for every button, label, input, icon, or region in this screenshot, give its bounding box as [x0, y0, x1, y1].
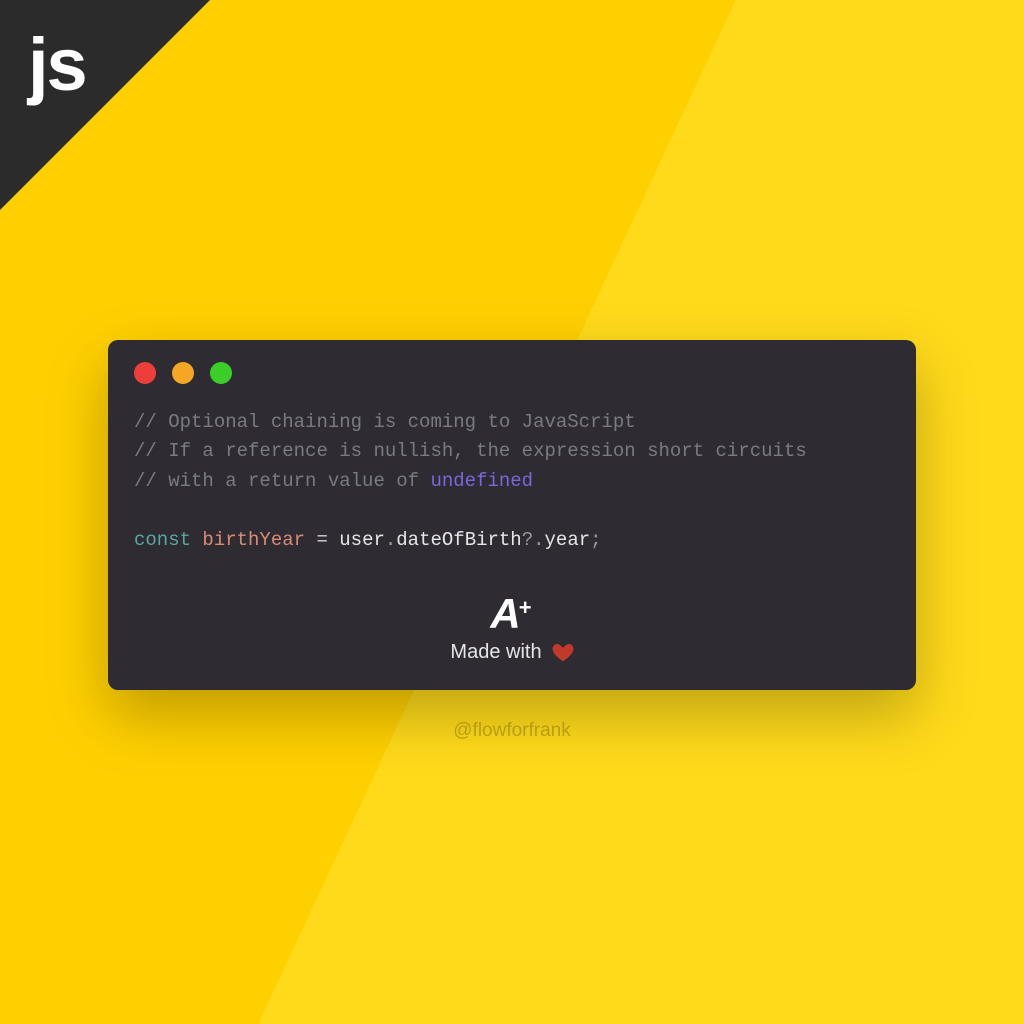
made-with-text: Made with [450, 641, 541, 664]
logo-letter-a: A [490, 593, 518, 635]
code-token-object: user [339, 529, 385, 551]
code-token-dot: . [385, 529, 396, 551]
code-comment-keyword: undefined [430, 470, 533, 492]
code-token-equals: = [316, 529, 327, 551]
made-with-label: Made with [450, 641, 573, 664]
logo-plus-sign: + [519, 595, 532, 621]
code-comment-line-3: // with a return value of undefined [134, 470, 533, 492]
heart-icon [552, 642, 574, 664]
card-footer: A + Made with [134, 593, 890, 664]
minimize-dot-icon [172, 362, 194, 384]
corner-label-js: js [28, 22, 86, 107]
code-comment-line-2: // If a reference is nullish, the expres… [134, 440, 807, 462]
code-comment-line-1: // Optional chaining is coming to JavaSc… [134, 411, 636, 433]
window-traffic-lights [134, 362, 890, 384]
code-token-year: year [545, 529, 591, 551]
maximize-dot-icon [210, 362, 232, 384]
code-token-semicolon: ; [590, 529, 601, 551]
close-dot-icon [134, 362, 156, 384]
code-block: // Optional chaining is coming to JavaSc… [134, 408, 890, 555]
code-statement-line: const birthYear = user.dateOfBirth?.year… [134, 529, 602, 551]
author-handle: @flowforfrank [453, 720, 571, 742]
logo-a-plus: A + [490, 593, 533, 635]
code-token-property: dateOfBirth [396, 529, 521, 551]
code-token-const: const [134, 529, 191, 551]
code-token-optional-chain: ?. [522, 529, 545, 551]
code-card: // Optional chaining is coming to JavaSc… [108, 340, 916, 690]
code-token-variable: birthYear [202, 529, 305, 551]
